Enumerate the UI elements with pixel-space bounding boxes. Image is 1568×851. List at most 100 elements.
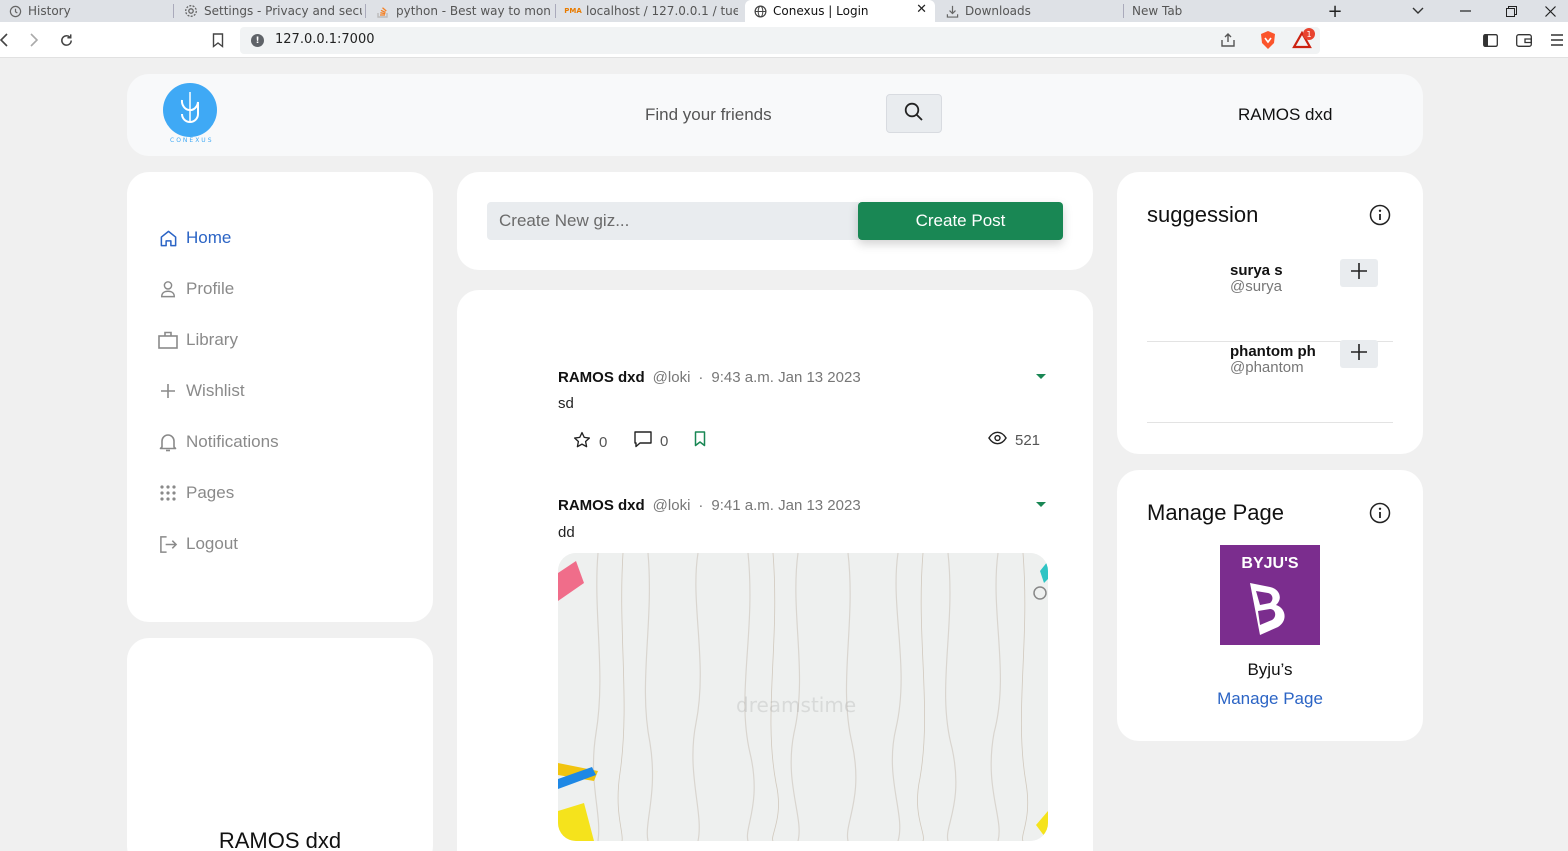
menu-icon[interactable] — [1545, 28, 1568, 52]
site-info-icon[interactable]: ! — [251, 34, 264, 47]
sidebar-item-profile[interactable]: Profile — [158, 275, 234, 303]
star-count: 0 — [599, 433, 608, 451]
plus-icon — [1351, 263, 1367, 283]
new-tab-button[interactable]: + — [1315, 0, 1355, 22]
reload-icon[interactable] — [54, 28, 78, 52]
brave-shields-icon[interactable] — [1259, 30, 1277, 54]
post-image[interactable]: dreamstime — [558, 553, 1048, 841]
add-friend-button[interactable] — [1340, 259, 1378, 287]
info-icon[interactable] — [1369, 502, 1391, 524]
feed: RAMOS dxd @loki · 9:43 a.m. Jan 13 2023 … — [457, 290, 1093, 851]
create-post-button[interactable]: Create Post — [858, 202, 1063, 240]
info-icon[interactable] — [1369, 204, 1391, 226]
address-bar[interactable]: ! 127.0.0.1:7000 1 — [240, 27, 1320, 54]
add-friend-button[interactable] — [1340, 340, 1378, 368]
suggestion-name[interactable]: surya s — [1230, 262, 1283, 279]
sidebar-item-logout[interactable]: Logout — [158, 530, 238, 558]
tab-label: History — [28, 4, 71, 18]
tab-settings[interactable]: Settings - Privacy and securit — [176, 0, 362, 22]
browser-toolbar: ! 127.0.0.1:7000 1 — [0, 22, 1568, 58]
post-handle[interactable]: @loki — [653, 497, 691, 514]
search-icon — [904, 102, 924, 126]
create-post-input[interactable]: Create New giz... — [487, 202, 859, 240]
sidebar-toggle-icon[interactable] — [1478, 28, 1502, 52]
separator-dot: · — [698, 497, 704, 514]
tab-new-tab[interactable]: New Tab — [1124, 0, 1314, 22]
bookmark-button[interactable] — [694, 431, 706, 451]
tab-phpmyadmin[interactable]: PMA localhost / 127.0.0.1 / tuegz — [558, 0, 738, 22]
post-options-caret-icon[interactable] — [1036, 502, 1046, 507]
post-author[interactable]: RAMOS dxd — [558, 369, 645, 386]
header-user-name[interactable]: RAMOS dxd — [1238, 105, 1332, 125]
post-actions: 0 0 521 — [558, 431, 1048, 453]
logout-icon — [158, 534, 178, 554]
sidebar-nav: Home Profile Library Wishlist Notificati… — [127, 172, 433, 622]
sidebar-item-label: Logout — [186, 534, 238, 553]
conexus-logo[interactable]: CONEXUS — [162, 82, 220, 146]
bookmark-icon — [694, 431, 706, 451]
sidebar-item-notifications[interactable]: Notifications — [158, 428, 279, 456]
briefcase-icon — [158, 330, 178, 350]
post-header: RAMOS dxd @loki · 9:43 a.m. Jan 13 2023 — [558, 369, 861, 386]
manage-page-link[interactable]: Manage Page — [1117, 689, 1423, 709]
grid-icon — [158, 483, 178, 503]
browser-tab-bar: History Settings - Privacy and securit p… — [0, 0, 1568, 22]
tab-label: New Tab — [1132, 4, 1183, 18]
user-icon — [158, 279, 178, 299]
post-time: 9:43 a.m. Jan 13 2023 — [711, 369, 861, 386]
post-time: 9:41 a.m. Jan 13 2023 — [711, 497, 861, 514]
byjus-logo[interactable]: BYJU'S — [1220, 545, 1320, 645]
post-item: RAMOS dxd @loki · 9:43 a.m. Jan 13 2023 … — [558, 369, 1048, 469]
sidebar-item-pages[interactable]: Pages — [158, 479, 234, 507]
tab-label: Conexus | Login — [773, 4, 869, 18]
tab-search-chevron-icon[interactable] — [1398, 0, 1438, 22]
close-icon[interactable]: ✕ — [916, 2, 927, 17]
post-options-caret-icon[interactable] — [1036, 374, 1046, 379]
image-watermark: dreamstime — [736, 693, 857, 717]
post-header: RAMOS dxd @loki · 9:41 a.m. Jan 13 2023 — [558, 497, 861, 514]
sidebar-item-wishlist[interactable]: Wishlist — [158, 377, 245, 405]
minimize-button[interactable] — [1445, 0, 1485, 22]
friend-search-input[interactable]: Find your friends — [645, 105, 772, 125]
sidebar-item-library[interactable]: Library — [158, 326, 238, 354]
bookmark-icon[interactable] — [206, 28, 230, 52]
globe-icon — [753, 4, 767, 18]
stackoverflow-icon — [376, 4, 390, 18]
post-text: dd — [558, 524, 575, 541]
tab-stackoverflow[interactable]: python - Best way to monitor — [368, 0, 552, 22]
sidebar-item-label: Wishlist — [186, 381, 245, 400]
post-handle[interactable]: @loki — [653, 369, 691, 386]
search-button[interactable] — [886, 94, 942, 133]
share-icon[interactable] — [1220, 32, 1236, 52]
post-text: sd — [558, 395, 574, 412]
brave-rewards-icon[interactable]: 1 — [1292, 28, 1315, 54]
tab-label: python - Best way to monitor — [396, 4, 552, 18]
tab-history[interactable]: History — [0, 0, 170, 22]
history-icon — [8, 4, 22, 18]
back-icon[interactable] — [0, 28, 16, 52]
tab-label: localhost / 127.0.0.1 / tuegz — [586, 4, 738, 18]
eye-icon — [988, 431, 1007, 449]
profile-name[interactable]: RAMOS dxd — [127, 828, 433, 851]
star-button[interactable]: 0 — [573, 431, 607, 453]
tab-conexus-login[interactable]: Conexus | Login ✕ — [745, 0, 935, 22]
sidebar-item-home[interactable]: Home — [158, 224, 231, 252]
close-window-button[interactable] — [1530, 0, 1568, 22]
suggestion-handle: @phantom — [1230, 359, 1304, 376]
comment-button[interactable]: 0 — [634, 431, 668, 452]
restore-button[interactable] — [1491, 0, 1531, 22]
view-count: 521 — [1015, 431, 1041, 449]
forward-icon[interactable] — [22, 28, 46, 52]
sidebar-item-label: Notifications — [186, 432, 279, 451]
site-header: CONEXUS Find your friends RAMOS dxd — [127, 74, 1423, 156]
post-author[interactable]: RAMOS dxd — [558, 497, 645, 514]
manage-page-card: Manage Page BYJU'S Byju’s Manage Page — [1117, 470, 1423, 741]
page-name: Byju’s — [1247, 660, 1293, 679]
comment-count: 0 — [660, 433, 669, 450]
tab-label: Settings - Privacy and securit — [204, 4, 362, 18]
suggestion-name[interactable]: phantom ph — [1230, 343, 1316, 360]
separator-dot: · — [698, 369, 704, 386]
wallet-icon[interactable] — [1512, 28, 1536, 52]
suggestion-item: surya s @surya — [1147, 259, 1393, 342]
tab-downloads[interactable]: Downloads — [937, 0, 1121, 22]
